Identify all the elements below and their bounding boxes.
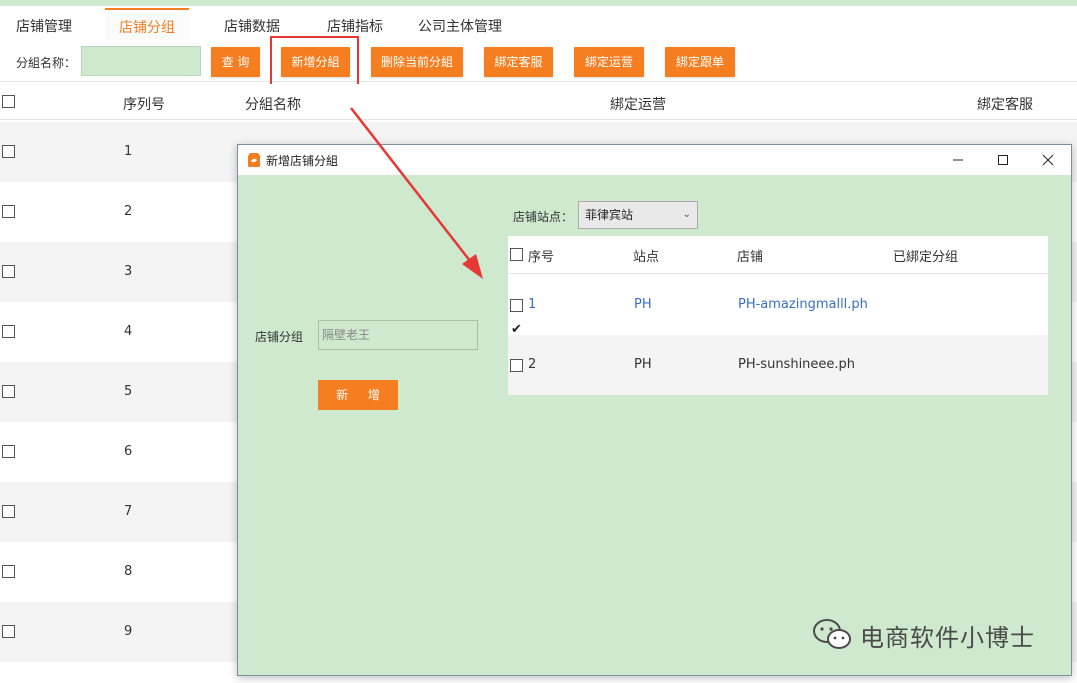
table-header: 序列号 分組名称 綁定运营 綁定客服 (0, 84, 1077, 120)
watermark: 电商软件小博士 (812, 615, 1035, 655)
row-serial: 8 (124, 564, 133, 579)
col-bound-ops: 綁定运营 (610, 97, 666, 113)
tab-company-entity[interactable]: 公司主体管理 (418, 8, 502, 40)
row-serial: 5 (124, 384, 133, 399)
col-index: 序号 (528, 250, 555, 265)
bind-order-follow-button[interactable]: 綁定跟单 (665, 47, 735, 77)
group-name-label: 分組名称： (16, 56, 77, 70)
table-row[interactable]: ✔ 1 PH PH-amazingmalll.ph (508, 275, 1048, 337)
shop-table-header: 序号 站点 店铺 已綁定分组 (508, 236, 1048, 274)
delete-group-button[interactable]: 删除当前分組 (371, 47, 463, 77)
bind-operations-button[interactable]: 綁定运营 (574, 47, 644, 77)
select-all-checkbox[interactable] (2, 95, 15, 108)
row-serial: 9 (124, 624, 133, 639)
maximize-icon[interactable] (980, 145, 1026, 175)
col-bound-cs: 綁定客服 (977, 97, 1033, 113)
col-site: 站点 (633, 250, 660, 265)
row-checkbox[interactable] (2, 325, 15, 338)
add-button[interactable]: 新 增 (318, 380, 398, 410)
dialog-titlebar: 新增店铺分組 (238, 145, 1071, 175)
col-bound-group: 已綁定分组 (893, 250, 959, 265)
row-site: PH (634, 297, 652, 312)
shop-group-input[interactable]: 隔壁老王 (318, 320, 478, 350)
query-button[interactable]: 查 询 (211, 47, 260, 77)
add-shop-group-dialog: 新增店铺分組 店铺分组 隔壁老王 新 增 店铺站点： 菲律宾站 ⌄ 序号 站点 … (237, 144, 1072, 676)
select-all-checkbox[interactable] (510, 248, 523, 261)
toolbar: 分組名称： 查 询 新增分組 删除当前分組 綁定客服 綁定运营 綁定跟单 (0, 42, 1077, 82)
shop-table: 序号 站点 店铺 已綁定分组 ✔ 1 PH PH-amazingmalll.ph… (508, 236, 1048, 395)
row-checkbox-checked[interactable]: ✔ (510, 299, 523, 337)
row-serial: 4 (124, 324, 133, 339)
row-checkbox[interactable] (2, 265, 15, 278)
row-serial: 1 (124, 144, 133, 159)
shop-group-label: 店铺分组 (255, 330, 304, 344)
group-name-input[interactable] (81, 46, 201, 76)
table-row[interactable]: 2 PH PH-sunshineee.ph (508, 335, 1048, 395)
top-strip (0, 0, 1077, 6)
row-shop: PH-amazingmalll.ph (738, 297, 868, 312)
close-icon[interactable] (1025, 145, 1071, 175)
watermark-text: 电商软件小博士 (860, 623, 1035, 652)
col-serial: 序列号 (123, 97, 165, 113)
row-checkbox[interactable] (2, 625, 15, 638)
chevron-down-icon: ⌄ (682, 209, 691, 220)
row-checkbox[interactable] (2, 385, 15, 398)
row-checkbox[interactable] (2, 565, 15, 578)
row-shop: PH-sunshineee.ph (738, 357, 856, 372)
tab-shop-group[interactable]: 店铺分组 (105, 8, 189, 40)
col-shop: 店铺 (737, 250, 764, 265)
row-index: 1 (528, 297, 537, 312)
bind-customer-service-button[interactable]: 綁定客服 (484, 47, 553, 77)
row-checkbox[interactable] (2, 505, 15, 518)
top-nav: 店铺管理 店铺分组 店铺数据 店铺指标 公司主体管理 (0, 8, 1077, 40)
dialog-title: 新增店铺分組 (266, 154, 339, 168)
app-logo-icon (248, 153, 260, 167)
shop-site-label: 店铺站点： (513, 210, 574, 224)
minimize-icon[interactable] (935, 145, 981, 175)
row-site: PH (634, 357, 652, 372)
row-checkbox[interactable] (2, 205, 15, 218)
col-group-name: 分組名称 (245, 97, 301, 113)
tab-shop-management[interactable]: 店铺管理 (16, 8, 72, 40)
row-serial: 3 (124, 264, 133, 279)
row-serial: 6 (124, 444, 133, 459)
row-serial: 2 (124, 204, 133, 219)
row-checkbox[interactable] (2, 445, 15, 458)
row-checkbox[interactable] (510, 359, 523, 372)
wechat-icon (813, 619, 851, 649)
shop-site-select[interactable]: 菲律宾站 ⌄ (578, 201, 698, 229)
site-selected-value: 菲律宾站 (585, 208, 634, 222)
row-index: 2 (528, 357, 537, 372)
row-serial: 7 (124, 504, 133, 519)
row-checkbox[interactable] (2, 145, 15, 158)
